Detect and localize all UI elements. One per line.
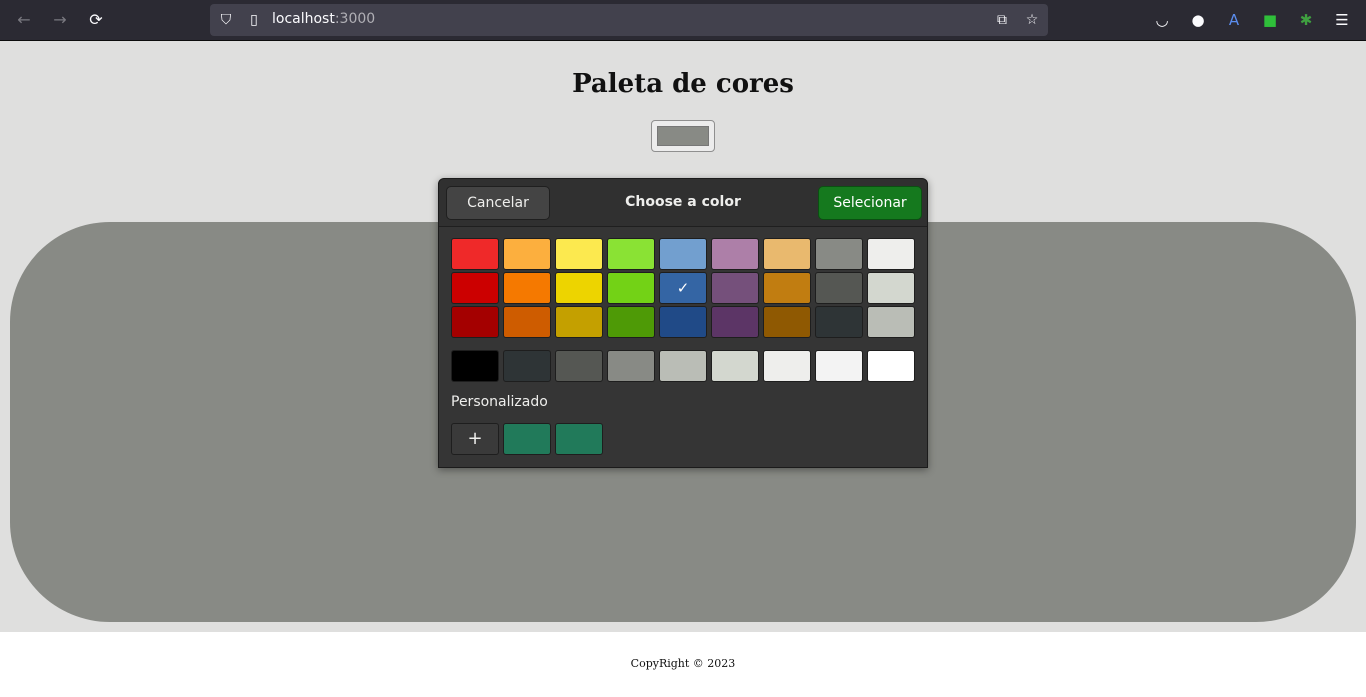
select-button[interactable]: Selecionar [818,186,922,220]
palette-swatch[interactable] [607,306,655,338]
palette-swatch[interactable] [815,238,863,270]
palette-swatch[interactable] [815,272,863,304]
url-bar[interactable]: ⛉ ▯ localhost:3000 ⧉ ☆ [210,4,1048,36]
url-host: localhost [272,11,335,27]
palette-swatch[interactable] [815,306,863,338]
color-input-preview [657,126,709,146]
gray-swatch[interactable] [451,350,499,382]
gray-swatch[interactable] [763,350,811,382]
url-text[interactable]: localhost:3000 [272,11,375,27]
pocket-icon[interactable]: ◡ [1150,8,1174,32]
palette-swatch[interactable] [711,306,759,338]
palette-swatch[interactable] [555,306,603,338]
extension-puzzle-icon[interactable]: ✱ [1294,8,1318,32]
palette-swatch[interactable] [451,306,499,338]
bookmark-star-icon[interactable]: ☆ [1022,10,1042,30]
page-icon: ▯ [250,12,258,28]
palette-swatch[interactable] [867,306,915,338]
palette-swatch[interactable] [607,272,655,304]
custom-color-swatch[interactable] [555,423,603,455]
palette-swatch[interactable] [503,238,551,270]
palette-swatch[interactable] [503,272,551,304]
palette-swatch[interactable] [763,238,811,270]
translate-extension-icon[interactable]: A [1222,8,1246,32]
menu-icon[interactable]: ☰ [1330,8,1354,32]
custom-color-swatch[interactable] [503,423,551,455]
extension-icon[interactable]: ● [1186,8,1210,32]
gray-swatch[interactable] [815,350,863,382]
palette-swatch[interactable] [503,306,551,338]
forward-icon[interactable]: → [48,8,72,32]
add-custom-color-button[interactable]: + [451,423,499,455]
checkmark-icon: ✓ [676,279,690,297]
page-title: Paleta de cores [572,69,794,99]
green-extension-icon[interactable]: ■ [1258,8,1282,32]
back-icon[interactable]: ← [12,8,36,32]
palette-swatch[interactable] [867,272,915,304]
palette-swatch[interactable] [659,306,707,338]
palette-swatch[interactable] [763,306,811,338]
footer-copyright: CopyRight © 2023 [630,657,736,670]
custom-section-label: Personalizado [451,394,548,410]
browser-toolbar: ← → ⟳ ⛉ ▯ localhost:3000 ⧉ ☆ ◡ ● A ■ ✱ ☰ [0,0,1366,41]
footer: CopyRight © 2023 [0,632,1366,697]
palette-swatch[interactable] [555,238,603,270]
color-chooser-dialog: Cancelar Choose a color Selecionar ✓ Per… [438,178,928,468]
color-input[interactable] [651,120,715,152]
dialog-header: Cancelar Choose a color Selecionar [439,179,927,227]
shield-icon[interactable]: ⛉ [216,10,236,30]
palette-swatch[interactable]: ✓ [659,272,707,304]
palette-swatch[interactable] [451,272,499,304]
translate-page-icon[interactable]: ⧉ [992,10,1012,30]
palette-swatch[interactable] [451,238,499,270]
gray-swatch[interactable] [503,350,551,382]
palette-swatch[interactable] [659,238,707,270]
gray-swatch[interactable] [607,350,655,382]
palette-swatch[interactable] [867,238,915,270]
gray-swatch[interactable] [711,350,759,382]
gray-swatch[interactable] [555,350,603,382]
reload-icon[interactable]: ⟳ [84,8,108,32]
url-port: :3000 [334,11,376,27]
gray-swatch[interactable] [867,350,915,382]
palette-swatch[interactable] [607,238,655,270]
palette-swatch[interactable] [711,272,759,304]
palette-swatch[interactable] [763,272,811,304]
palette-swatch[interactable] [711,238,759,270]
gray-swatch[interactable] [659,350,707,382]
palette-swatch[interactable] [555,272,603,304]
